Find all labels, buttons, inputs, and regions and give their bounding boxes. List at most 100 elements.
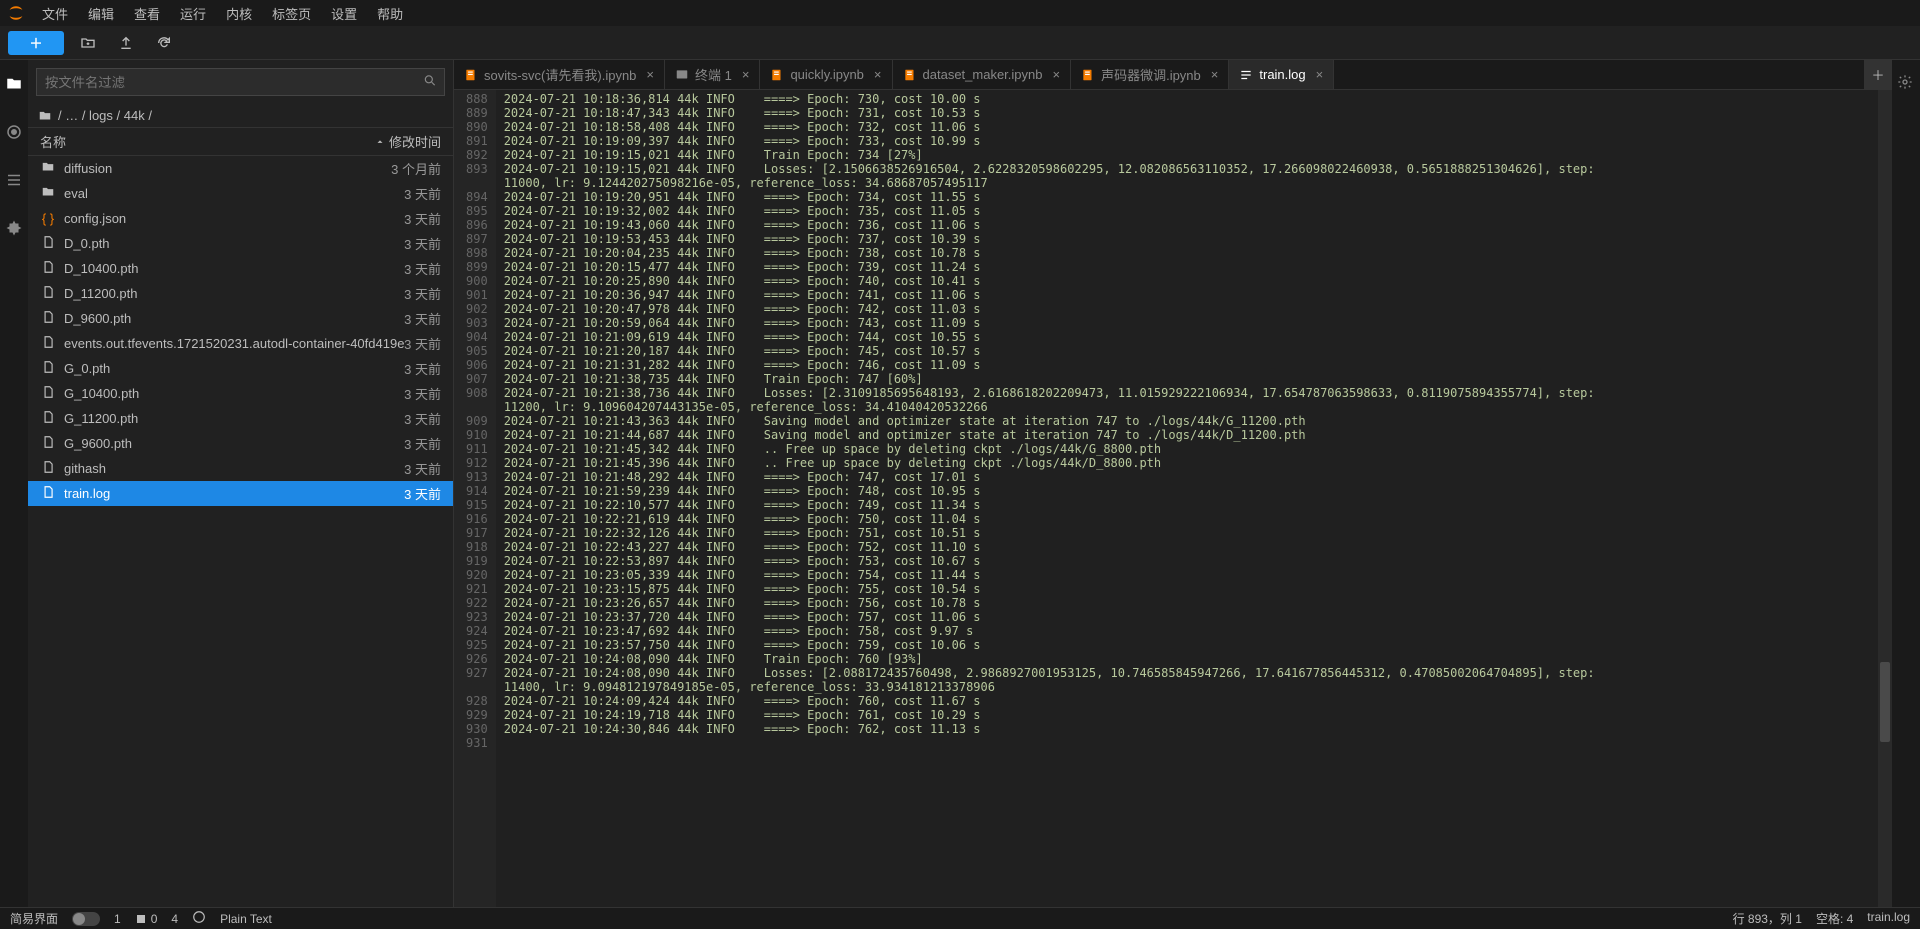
file-browser: / … / logs / 44k / 名称 修改时间 diffusion 3 个月… bbox=[28, 60, 454, 907]
filename-status[interactable]: train.log bbox=[1867, 910, 1910, 927]
file-item[interactable]: D_10400.pth 3 天前 bbox=[28, 256, 453, 281]
file-modified: 3 个月前 bbox=[391, 159, 441, 178]
tab[interactable]: 终端 1× bbox=[665, 60, 760, 89]
file-type-icon bbox=[40, 360, 56, 377]
tab[interactable]: sovits-svc(请先看我).ipynb × bbox=[454, 60, 665, 89]
file-name: D_9600.pth bbox=[64, 311, 131, 326]
file-type-icon bbox=[40, 160, 56, 177]
file-type-icon bbox=[40, 285, 56, 302]
menu-帮助[interactable]: 帮助 bbox=[367, 0, 413, 27]
menu-运行[interactable]: 运行 bbox=[170, 0, 216, 27]
cursor-position[interactable]: 行 893，列 1 bbox=[1733, 910, 1802, 927]
file-name: G_11200.pth bbox=[64, 411, 138, 426]
file-item[interactable]: events.out.tfevents.1721520231.autodl-co… bbox=[28, 331, 453, 356]
tab-label: dataset_maker.ipynb bbox=[923, 67, 1043, 82]
menu-查看[interactable]: 查看 bbox=[124, 0, 170, 27]
folder-icon[interactable] bbox=[4, 74, 24, 94]
kernel-status-icon[interactable]: 0 bbox=[135, 912, 158, 926]
running-icon[interactable] bbox=[4, 122, 24, 142]
file-modified: 3 天前 bbox=[404, 184, 441, 203]
tab-icon bbox=[464, 68, 478, 82]
tab[interactable]: quickly.ipynb × bbox=[760, 60, 892, 89]
simple-mode-toggle[interactable] bbox=[72, 912, 100, 926]
tab-icon bbox=[770, 68, 784, 82]
file-name: D_0.pth bbox=[64, 236, 110, 251]
file-item[interactable]: D_9600.pth3 天前 bbox=[28, 306, 453, 331]
file-type-icon bbox=[40, 435, 56, 452]
file-name: G_0.pth bbox=[64, 361, 110, 376]
file-list-header[interactable]: 名称 修改时间 bbox=[28, 127, 453, 156]
gear-icon[interactable] bbox=[1897, 74, 1915, 92]
log-text[interactable]: 2024-07-21 10:18:36,814 44k INFO ====> E… bbox=[496, 90, 1878, 907]
new-launcher-button[interactable]: ＋ bbox=[8, 31, 64, 55]
file-name: githash bbox=[64, 461, 106, 476]
file-item[interactable]: G_9600.pth3 天前 bbox=[28, 431, 453, 456]
scrollbar-thumb[interactable] bbox=[1880, 662, 1890, 742]
menubar: 文件编辑查看运行内核标签页设置帮助 bbox=[0, 0, 1920, 26]
file-name: diffusion bbox=[64, 161, 112, 176]
file-modified: 3 天前 bbox=[404, 484, 441, 503]
close-icon[interactable]: × bbox=[1211, 67, 1219, 82]
filter-input[interactable] bbox=[36, 68, 445, 96]
editor-content[interactable]: 8888898908918928938948958968978988999009… bbox=[454, 90, 1892, 907]
col-modified: 修改时间 bbox=[389, 132, 441, 151]
status-count-3[interactable]: 4 bbox=[171, 912, 178, 926]
status-count-1[interactable]: 1 bbox=[114, 912, 121, 926]
file-name: G_10400.pth bbox=[64, 386, 139, 401]
file-type-icon bbox=[40, 460, 56, 477]
close-icon[interactable]: × bbox=[646, 67, 654, 82]
file-item[interactable]: diffusion 3 个月前 bbox=[28, 156, 453, 181]
file-type-icon bbox=[40, 410, 56, 427]
file-item[interactable]: train.log3 天前 bbox=[28, 481, 453, 506]
tab-label: quickly.ipynb bbox=[790, 67, 863, 82]
mode-label: 简易界面 bbox=[10, 910, 58, 927]
indentation[interactable]: 空格: 4 bbox=[1816, 910, 1853, 927]
menu-内核[interactable]: 内核 bbox=[216, 0, 262, 27]
menu-文件[interactable]: 文件 bbox=[32, 0, 78, 27]
file-type-icon bbox=[40, 485, 56, 502]
tab[interactable]: 声码器微调.ipynb× bbox=[1071, 60, 1229, 89]
tab[interactable]: train.log × bbox=[1229, 60, 1334, 89]
menu-设置[interactable]: 设置 bbox=[321, 0, 367, 27]
file-type-icon: { } bbox=[40, 211, 56, 226]
file-item[interactable]: D_0.pth 3 天前 bbox=[28, 231, 453, 256]
file-name: D_10400.pth bbox=[64, 261, 138, 276]
terminal-status-icon[interactable] bbox=[192, 910, 206, 927]
toc-icon[interactable] bbox=[4, 170, 24, 190]
tab[interactable]: dataset_maker.ipynb × bbox=[893, 60, 1072, 89]
new-folder-icon[interactable] bbox=[74, 29, 102, 57]
scrollbar[interactable] bbox=[1878, 90, 1892, 907]
file-item[interactable]: githash3 天前 bbox=[28, 456, 453, 481]
file-item[interactable]: eval3 天前 bbox=[28, 181, 453, 206]
tab-label: train.log bbox=[1259, 67, 1305, 82]
file-modified: 3 天前 bbox=[404, 334, 441, 353]
close-icon[interactable]: × bbox=[874, 67, 882, 82]
tab-icon bbox=[675, 68, 689, 82]
menu-编辑[interactable]: 编辑 bbox=[78, 0, 124, 27]
sort-up-icon bbox=[375, 137, 385, 147]
file-item[interactable]: G_0.pth3 天前 bbox=[28, 356, 453, 381]
search-icon bbox=[423, 74, 437, 91]
upload-icon[interactable] bbox=[112, 29, 140, 57]
close-icon[interactable]: × bbox=[1052, 67, 1060, 82]
file-item[interactable]: G_11200.pth3 天前 bbox=[28, 406, 453, 431]
breadcrumb[interactable]: / … / logs / 44k / bbox=[28, 104, 453, 127]
file-name: D_11200.pth bbox=[64, 286, 138, 301]
file-item[interactable]: { }config.json3 天前 bbox=[28, 206, 453, 231]
close-icon[interactable]: × bbox=[1316, 67, 1324, 82]
file-type-icon bbox=[40, 235, 56, 252]
file-name: events.out.tfevents.1721520231.autodl-co… bbox=[64, 336, 404, 351]
extensions-icon[interactable] bbox=[4, 218, 24, 238]
menu-标签页[interactable]: 标签页 bbox=[262, 0, 321, 27]
new-tab-button[interactable]: ＋ bbox=[1864, 60, 1892, 89]
file-item[interactable]: G_10400.pth 3 天前 bbox=[28, 381, 453, 406]
file-list: diffusion 3 个月前 eval3 天前{ }config.json3 天前… bbox=[28, 156, 453, 907]
close-icon[interactable]: × bbox=[742, 67, 750, 82]
file-modified: 3 天前 bbox=[404, 384, 441, 403]
refresh-icon[interactable] bbox=[150, 29, 178, 57]
file-modified: 3 天前 bbox=[404, 259, 441, 278]
file-modified: 3 天前 bbox=[404, 234, 441, 253]
tab-label: sovits-svc(请先看我).ipynb bbox=[484, 65, 636, 84]
file-item[interactable]: D_11200.pth3 天前 bbox=[28, 281, 453, 306]
language-mode[interactable]: Plain Text bbox=[220, 912, 272, 926]
